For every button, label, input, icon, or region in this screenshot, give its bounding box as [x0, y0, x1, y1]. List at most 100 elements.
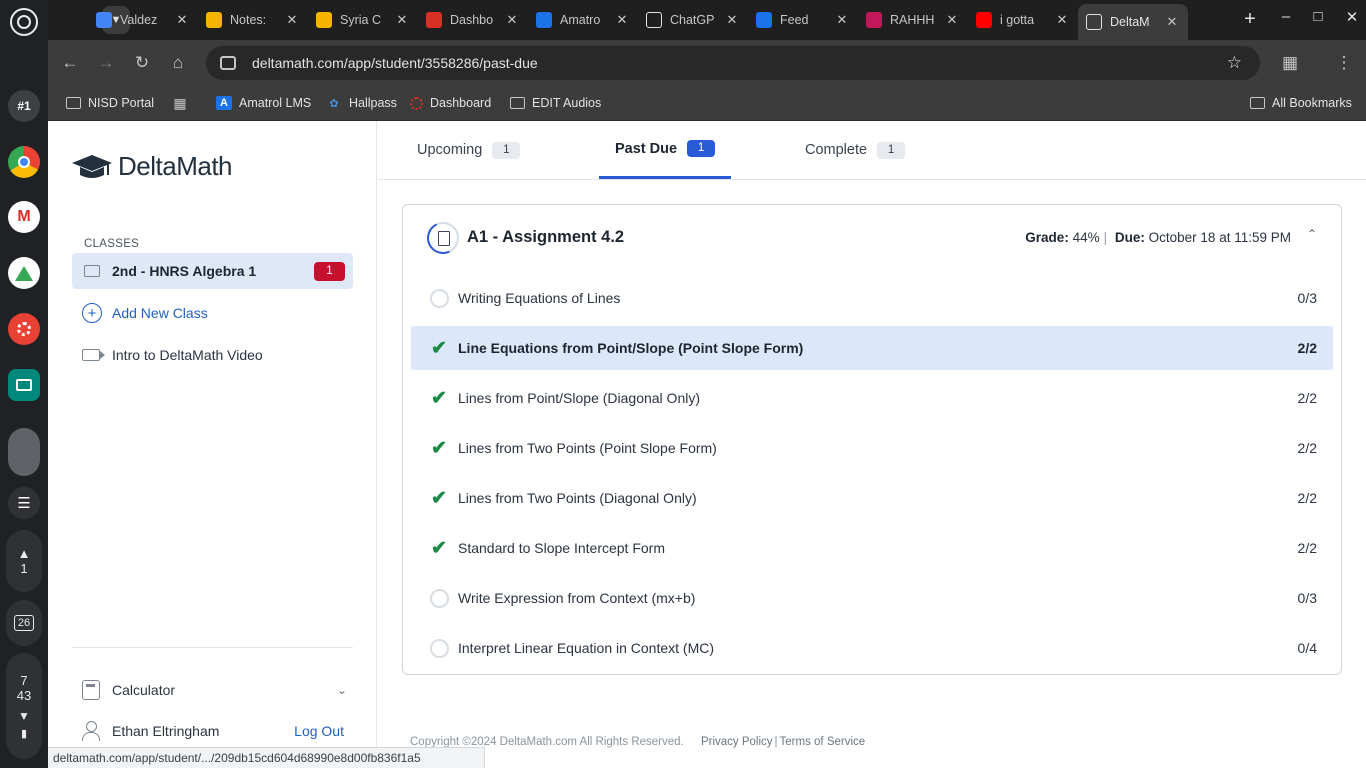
- bookmark-dashboard[interactable]: Dashboard: [410, 93, 491, 113]
- privacy-policy-link[interactable]: Privacy Policy: [701, 736, 773, 748]
- more-menu-icon[interactable]: ⋮: [1332, 51, 1356, 75]
- address-bar[interactable]: deltamath.com/app/student/3558286/past-d…: [206, 46, 1260, 80]
- tab-label: Valdez: [120, 13, 158, 27]
- tab-label: ChatGP: [670, 13, 715, 27]
- bookmark-amatrol-lms[interactable]: A Amatrol LMS: [216, 93, 311, 113]
- chevron-up-icon[interactable]: ⌃: [1307, 227, 1317, 241]
- site-info-icon[interactable]: [220, 56, 236, 70]
- close-tab-icon[interactable]: ✕: [284, 12, 300, 28]
- amatrol-icon: A: [216, 96, 232, 110]
- classroom-icon[interactable]: [8, 369, 40, 401]
- progress-ring-icon: [429, 588, 449, 608]
- chrome-icon[interactable]: [8, 146, 40, 178]
- tab-complete[interactable]: Complete 1: [789, 121, 921, 179]
- close-window-icon[interactable]: ✕: [1340, 8, 1364, 26]
- canvas-icon[interactable]: [8, 313, 40, 345]
- graduation-cap-icon: [72, 154, 112, 178]
- browser-tab[interactable]: Syria C ✕: [308, 4, 418, 36]
- close-tab-icon[interactable]: ✕: [944, 12, 960, 28]
- class-item-hnrs-algebra-1[interactable]: 2nd - HNRS Algebra 1 1: [72, 253, 353, 289]
- status-tray[interactable]: 7 43 ▼ ▮: [6, 653, 42, 759]
- all-bookmarks[interactable]: All Bookmarks: [1250, 93, 1352, 113]
- back-icon[interactable]: ←: [58, 51, 82, 75]
- notifications-tray[interactable]: ▲ 1: [6, 530, 42, 592]
- close-tab-icon[interactable]: ✕: [834, 12, 850, 28]
- browser-tab[interactable]: i gotta ✕: [968, 4, 1078, 36]
- skill-score: 2/2: [1297, 390, 1317, 406]
- skill-score: 0/4: [1297, 640, 1317, 656]
- close-tab-icon[interactable]: ✕: [614, 12, 630, 28]
- browser-tab[interactable]: Notes: ✕: [198, 4, 308, 36]
- skill-score: 0/3: [1297, 290, 1317, 306]
- browser-tab[interactable]: Amatro ✕: [528, 4, 638, 36]
- close-tab-icon[interactable]: ✕: [394, 12, 410, 28]
- assignment-title[interactable]: A1 - Assignment 4.2: [467, 228, 624, 247]
- tab-label: DeltaM: [1110, 15, 1150, 29]
- extensions-icon[interactable]: ▦: [1278, 51, 1302, 75]
- bookmark-star-icon[interactable]: ☆: [1227, 53, 1242, 73]
- drive-icon[interactable]: [8, 257, 40, 289]
- skill-row[interactable]: ✔ Lines from Two Points (Diagonal Only) 2/…: [411, 476, 1333, 520]
- home-icon[interactable]: ⌂: [166, 51, 190, 75]
- maximize-icon[interactable]: □: [1306, 8, 1330, 25]
- checkmark-icon: ✔: [431, 387, 447, 409]
- tab-label: Feed: [780, 13, 809, 27]
- tab-past-due[interactable]: Past Due 1: [599, 121, 732, 179]
- profile-avatar-icon[interactable]: [8, 428, 40, 476]
- browser-tab[interactable]: Valdez ✕: [88, 4, 198, 36]
- browser-tab[interactable]: Dashbo ✕: [418, 4, 528, 36]
- skill-name: Lines from Point/Slope (Diagonal Only): [458, 390, 701, 406]
- close-tab-icon[interactable]: ✕: [1054, 12, 1070, 28]
- assignment-card: A1 - Assignment 4.2 Grade: 44% | Due: Oct…: [402, 204, 1342, 675]
- logout-link[interactable]: Log Out: [294, 723, 344, 739]
- bookmark-nisd-portal[interactable]: NISD Portal: [66, 93, 154, 113]
- youtube-icon: [976, 12, 992, 28]
- minimize-icon[interactable]: –: [1274, 8, 1298, 25]
- slides-icon: [206, 12, 222, 28]
- close-tab-icon[interactable]: ✕: [174, 12, 190, 28]
- playlist-icon[interactable]: ☰: [8, 487, 40, 519]
- deltamath-logo[interactable]: DeltaMath: [72, 151, 233, 182]
- folder-icon: [510, 97, 525, 109]
- skill-row[interactable]: Interpret Linear Equation in Context (MC…: [411, 626, 1333, 670]
- skill-row[interactable]: ✔ Line Equations from Point/Slope (Point …: [411, 326, 1333, 370]
- folder-icon: [1250, 97, 1265, 109]
- skill-row[interactable]: ✔ Standard to Slope Intercept Form 2/2: [411, 526, 1333, 570]
- gmail-icon[interactable]: M: [8, 201, 40, 233]
- browser-tab[interactable]: DeltaM ✕: [1078, 4, 1188, 40]
- close-tab-icon[interactable]: ✕: [504, 12, 520, 28]
- bookmark-hallpass[interactable]: ✿ Hallpass: [326, 93, 397, 113]
- tab-count: 1: [687, 140, 716, 157]
- add-new-class-link[interactable]: + Add New Class: [82, 303, 208, 323]
- launcher-icon[interactable]: [10, 8, 38, 36]
- skill-row[interactable]: ✔ Lines from Two Points (Point Slope Form…: [411, 426, 1333, 470]
- os-shelf: #1 M ☰ ▲ 1 26 7 43 ▼ ▮: [0, 0, 48, 768]
- clock-minute: 43: [16, 687, 32, 703]
- tab-upcoming[interactable]: Upcoming 1: [401, 121, 536, 179]
- browser-tab[interactable]: RAHHH ✕: [858, 4, 968, 36]
- tab-label: Notes:: [230, 13, 267, 27]
- docs-icon: [96, 12, 112, 28]
- skill-row[interactable]: ✔ Lines from Point/Slope (Diagonal Only) 2…: [411, 376, 1333, 420]
- browser-tab[interactable]: Feed ✕: [748, 4, 858, 36]
- skill-name: Standard to Slope Intercept Form: [458, 540, 665, 556]
- pinned-app-hash-icon[interactable]: #1: [8, 90, 40, 122]
- skill-row[interactable]: Writing Equations of Lines 0/3: [411, 276, 1333, 320]
- close-tab-icon[interactable]: ✕: [724, 12, 740, 28]
- reload-icon[interactable]: ↻: [130, 51, 154, 75]
- browser-tab[interactable]: ChatGP ✕: [638, 4, 748, 36]
- calculator-icon: [82, 680, 100, 700]
- forward-icon[interactable]: →: [94, 51, 118, 75]
- new-tab-button[interactable]: +: [1238, 8, 1262, 32]
- calculator-toggle[interactable]: Calculator ⌄: [82, 680, 347, 700]
- assignment-header[interactable]: A1 - Assignment 4.2 Grade: 44% | Due: Oct…: [403, 205, 1343, 269]
- document-progress-icon: [422, 217, 464, 259]
- terms-of-service-link[interactable]: Terms of Service: [780, 736, 866, 748]
- bookmark-apps[interactable]: ▦: [172, 93, 195, 113]
- url-text: deltamath.com/app/student/3558286/past-d…: [252, 55, 538, 71]
- skill-row[interactable]: Write Expression from Context (mx+b) 0/3: [411, 576, 1333, 620]
- bookmark-edit-audios[interactable]: EDIT Audios: [510, 93, 601, 113]
- close-tab-icon[interactable]: ✕: [1164, 14, 1180, 30]
- calendar-tray[interactable]: 26: [6, 600, 42, 646]
- intro-video-link[interactable]: Intro to DeltaMath Video: [82, 347, 263, 363]
